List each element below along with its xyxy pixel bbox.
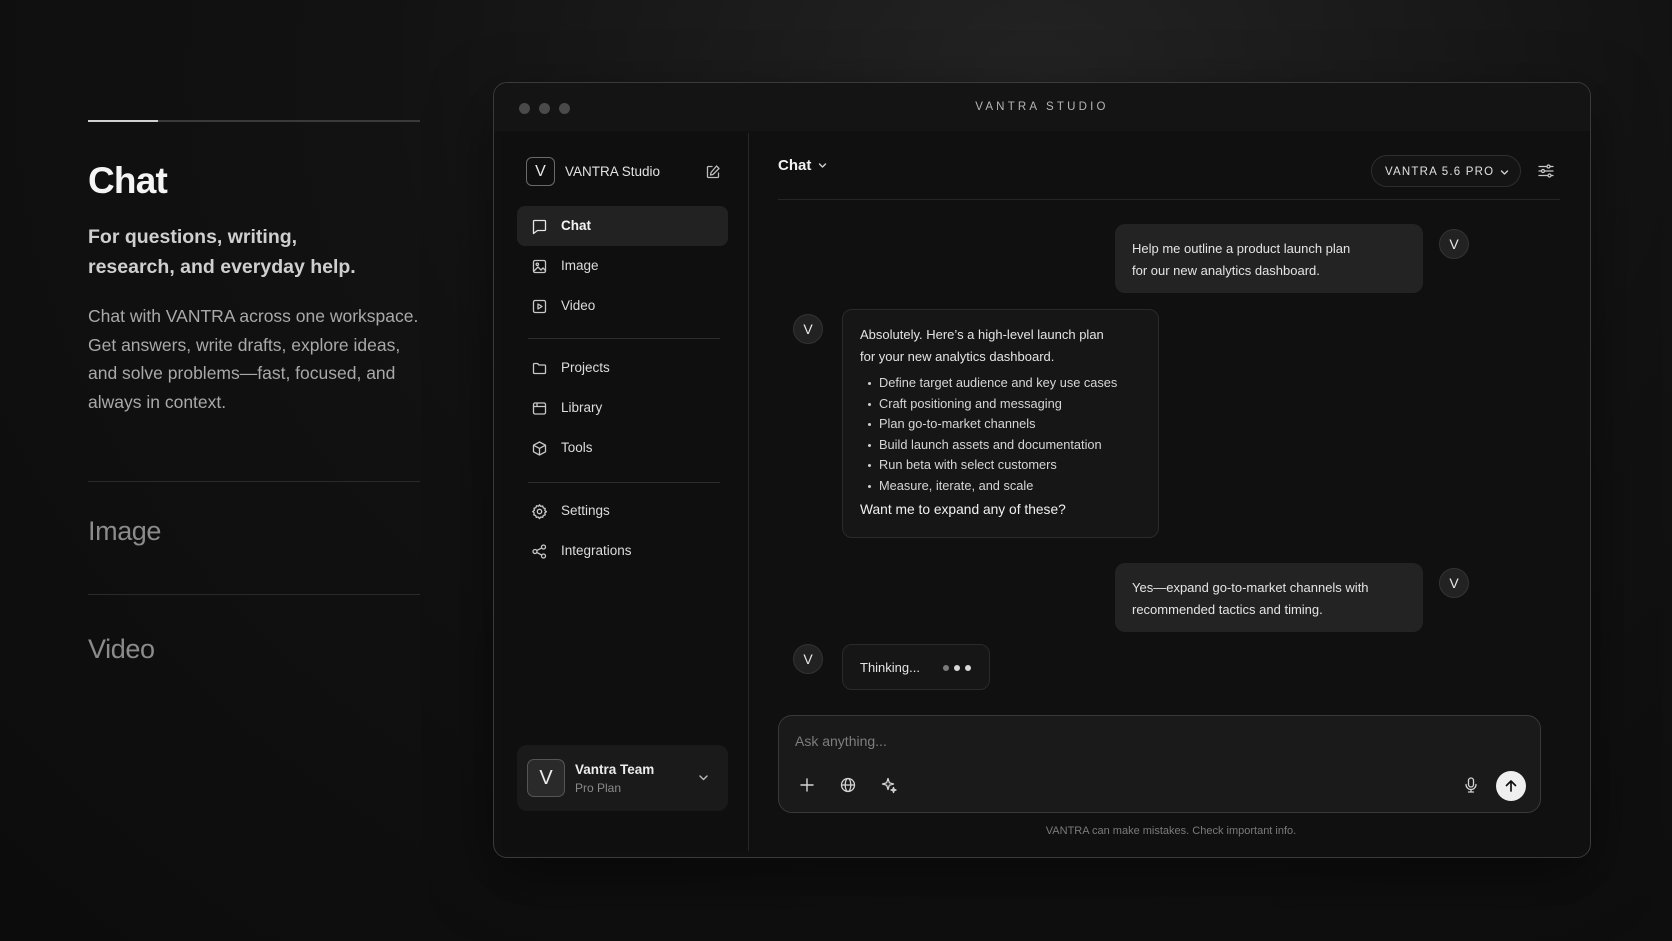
app-window: VANTRA STUDIO V VANTRA Studio Chat Image [493, 82, 1591, 858]
chat-area: Chat VANTRA 5.6 PRO Help me outline a pr… [750, 131, 1590, 857]
send-button[interactable] [1496, 771, 1526, 801]
sidebar-item-label: Video [561, 298, 596, 313]
chevron-down-icon [1500, 170, 1509, 175]
sidebar: V VANTRA Studio Chat Image Video Project… [502, 133, 749, 851]
sidebar-item-label: Image [561, 258, 599, 273]
sidebar-item-chat[interactable]: Chat [517, 206, 728, 246]
model-label: VANTRA 5.6 PRO [1385, 166, 1495, 178]
feature-section-image[interactable]: Image [88, 481, 420, 546]
cube-icon [532, 441, 547, 456]
mode-label: Chat [778, 157, 812, 174]
sliders-icon[interactable] [1537, 162, 1555, 180]
typing-indicator [943, 665, 971, 671]
chat-icon [532, 219, 547, 235]
globe-icon[interactable] [839, 776, 857, 794]
sidebar-item-label: Chat [561, 218, 591, 233]
user-message: Yes—expand go-to-market channels with re… [1115, 563, 1423, 632]
library-icon [532, 402, 547, 415]
window-title: VANTRA STUDIO [975, 101, 1109, 113]
avatar: V [1439, 568, 1469, 598]
model-selector[interactable]: VANTRA 5.6 PRO [1371, 155, 1521, 187]
sidebar-item-label: Settings [561, 503, 610, 518]
mode-selector[interactable]: Chat [778, 157, 828, 174]
message-input[interactable] [795, 730, 1395, 752]
arrow-up-icon [1505, 780, 1517, 792]
image-icon [532, 259, 547, 274]
brand-logo: V [526, 157, 555, 186]
plus-icon[interactable] [798, 776, 816, 794]
feature-progress-bar [88, 120, 420, 122]
disclaimer-text: VANTRA can make mistakes. Check importan… [1045, 825, 1297, 837]
list-item: Plan go-to-market channels [860, 414, 1141, 435]
gear-icon [532, 504, 548, 520]
sidebar-item-projects[interactable]: Projects [517, 348, 728, 388]
message-text: Help me outline a product launch plan [1132, 241, 1351, 256]
message-composer [778, 715, 1541, 813]
header-divider [778, 199, 1560, 200]
microphone-icon[interactable] [1462, 776, 1480, 794]
feature-section-label: Image [88, 516, 162, 546]
message-question: Want me to expand any of these? [860, 502, 1066, 517]
avatar: V [793, 644, 823, 674]
sidebar-item-video[interactable]: Video [517, 286, 728, 326]
chevron-down-icon [699, 775, 708, 781]
plan-list: Define target audience and key use cases… [860, 373, 1141, 496]
typing-dot [954, 665, 960, 671]
new-chat-icon[interactable] [705, 164, 721, 180]
share-icon [532, 544, 547, 559]
sidebar-item-label: Tools [561, 440, 593, 455]
sidebar-item-label: Library [561, 400, 603, 415]
message-text: Yes—expand go-to-market channels with [1132, 580, 1369, 595]
brand-name: VANTRA Studio [565, 164, 661, 179]
list-item: Run beta with select customers [860, 455, 1141, 476]
assistant-message: Absolutely. Here’s a high-level launch p… [842, 309, 1159, 538]
sidebar-item-label: Integrations [561, 543, 632, 558]
avatar: V [527, 759, 565, 797]
message-text: for our new analytics dashboard. [1132, 262, 1320, 278]
feature-description: Chat with VANTRA across one workspace. G… [88, 306, 419, 413]
folder-icon [532, 362, 547, 375]
list-item: Craft positioning and messaging [860, 394, 1141, 415]
sidebar-divider [528, 338, 720, 339]
feature-section-video[interactable]: Video [88, 594, 420, 664]
account-name: Vantra Team [575, 762, 655, 777]
message-text: for your new analytics dashboard. [860, 348, 1055, 364]
sparkle-icon[interactable] [880, 776, 898, 794]
message-text: Absolutely. Here’s a high-level launch p… [860, 327, 1104, 342]
sidebar-item-tools[interactable]: Tools [517, 428, 728, 468]
sidebar-item-settings[interactable]: Settings [517, 491, 728, 531]
user-message: Help me outline a product launch plan fo… [1115, 224, 1423, 293]
feature-title: Chat [88, 160, 168, 201]
list-item: Build launch assets and documentation [860, 435, 1141, 456]
feature-subtitle: For questions, writing, research, and ev… [88, 226, 356, 278]
typing-dot [943, 665, 949, 671]
list-item: Define target audience and key use cases [860, 373, 1141, 394]
feature-progress-fill [88, 120, 158, 122]
sidebar-item-image[interactable]: Image [517, 246, 728, 286]
typing-dot [965, 665, 971, 671]
feature-section-label: Video [88, 634, 155, 664]
list-item: Measure, iterate, and scale [860, 476, 1141, 497]
chevron-down-icon [819, 163, 827, 168]
sidebar-divider [528, 482, 720, 483]
message-text: recommended tactics and timing. [1132, 601, 1323, 617]
sidebar-item-label: Projects [561, 360, 610, 375]
sidebar-item-integrations[interactable]: Integrations [517, 531, 728, 571]
title-bar: VANTRA STUDIO [494, 83, 1590, 131]
avatar: V [1439, 229, 1469, 259]
assistant-thinking-message: Thinking... [842, 644, 990, 690]
sidebar-item-library[interactable]: Library [517, 388, 728, 428]
feature-panel: Chat For questions, writing, research, a… [88, 120, 420, 417]
video-icon [532, 299, 547, 314]
account-plan: Pro Plan [575, 781, 622, 795]
avatar: V [793, 314, 823, 344]
account-switcher[interactable]: V Vantra Team Pro Plan [517, 745, 728, 811]
